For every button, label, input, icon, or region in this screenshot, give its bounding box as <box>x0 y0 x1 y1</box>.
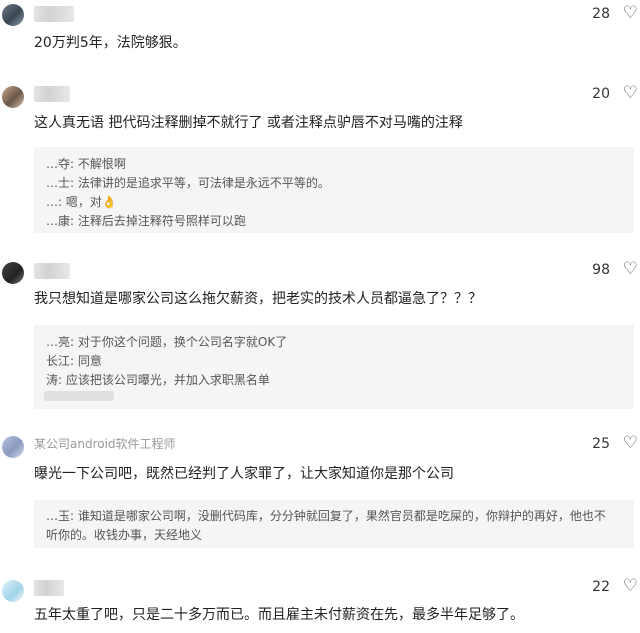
reply-text: 注释后去掉注释符号照样可以跑 <box>77 214 246 228</box>
avatar[interactable] <box>2 580 24 602</box>
comment: 22 ♡ 五年太重了吧，只是二十多万而已。而且雇主未付薪资在先，最多半年足够了。 <box>0 570 640 633</box>
comment: 20 ♡ 这人真无语 把代码注释删掉不就行了 或者注释点驴唇不对马嘴的注释 …夺… <box>0 80 640 240</box>
comment-author[interactable] <box>34 263 70 279</box>
avatar[interactable] <box>2 436 24 458</box>
comment-author[interactable] <box>34 6 74 22</box>
comment: 某公司android软件工程师 25 ♡ 曝光一下公司吧，既然已经判了人家罪了，… <box>0 430 640 555</box>
reply: …: 嗯，对👌 <box>46 193 117 210</box>
comment-text: 20万判5年，法院够狠。 <box>34 35 187 51</box>
comment-author[interactable]: 某公司android软件工程师 <box>34 436 176 452</box>
reply-author[interactable]: …玉: <box>46 509 74 523</box>
reply-author[interactable]: …: <box>46 195 62 209</box>
reply: …夺: 不解恨啊 <box>46 155 126 172</box>
reply: 涛: 应该把该公司曝光，并加入求职黑名单 <box>46 371 270 388</box>
like-count: 25 <box>592 436 610 452</box>
reply: …玉: 谁知道是哪家公司啊，没删代码库，分分钟就回复了，果然官员都是吃屎的，你辩… <box>46 507 606 524</box>
redacted-line <box>44 391 114 401</box>
comment-text: 五年太重了吧，只是二十多万而已。而且雇主未付薪资在先，最多半年足够了。 <box>34 607 524 623</box>
reply-author[interactable]: …康: <box>46 214 74 228</box>
reply-box: …亮: 对于你这个问题，换个公司名字就OK了 长江: 同意 涛: 应该把该公司曝… <box>34 325 634 409</box>
like-count: 98 <box>592 262 610 278</box>
heart-outline-icon[interactable]: ♡ <box>623 5 638 22</box>
like-count: 28 <box>592 6 610 22</box>
comment-author[interactable] <box>34 580 64 596</box>
reply-author[interactable]: …亮: <box>46 335 74 349</box>
like-count: 20 <box>592 86 610 102</box>
comment-text: 这人真无语 把代码注释删掉不就行了 或者注释点驴唇不对马嘴的注释 <box>34 115 463 131</box>
reply-author[interactable]: 长江: <box>46 354 74 368</box>
comment: 28 ♡ 20万判5年，法院够狠。 <box>0 0 640 60</box>
heart-outline-icon[interactable]: ♡ <box>623 85 638 102</box>
reply-text: 同意 <box>77 354 102 368</box>
heart-outline-icon[interactable]: ♡ <box>623 435 638 452</box>
reply-text: 法律讲的是追求平等，可法律是永远不平等的。 <box>77 176 330 190</box>
avatar[interactable] <box>2 4 24 26</box>
reply-text: 对于你这个问题，换个公司名字就OK了 <box>77 335 288 349</box>
reply-text: 嗯，对👌 <box>65 195 117 209</box>
reply-text: 应该把该公司曝光，并加入求职黑名单 <box>65 373 270 387</box>
reply: 长江: 同意 <box>46 352 102 369</box>
reply-text: 听你的。收钱办事，天经地义 <box>46 528 203 542</box>
reply-author[interactable]: …夺: <box>46 157 74 171</box>
reply: 听你的。收钱办事，天经地义 <box>46 526 202 543</box>
avatar[interactable] <box>2 262 24 284</box>
reply-box: …夺: 不解恨啊 …士: 法律讲的是追求平等，可法律是永远不平等的。 …: 嗯，… <box>34 147 634 233</box>
heart-outline-icon[interactable]: ♡ <box>623 261 638 278</box>
comment-text: 我只想知道是哪家公司这么拖欠薪资，把老实的技术人员都逼急了？？？ <box>34 291 482 307</box>
heart-outline-icon[interactable]: ♡ <box>623 578 638 595</box>
comment-text: 曝光一下公司吧，既然已经判了人家罪了，让大家知道你是那个公司 <box>34 466 454 482</box>
reply-author[interactable]: …士: <box>46 176 74 190</box>
reply-text: 谁知道是哪家公司啊，没删代码库，分分钟就回复了，果然官员都是吃屎的，你辩护的再好… <box>77 509 606 523</box>
avatar[interactable] <box>2 86 24 108</box>
reply-text: 不解恨啊 <box>77 157 126 171</box>
reply: …亮: 对于你这个问题，换个公司名字就OK了 <box>46 333 287 350</box>
reply-box: …玉: 谁知道是哪家公司啊，没删代码库，分分钟就回复了，果然官员都是吃屎的，你辩… <box>34 500 634 548</box>
reply: …士: 法律讲的是追求平等，可法律是永远不平等的。 <box>46 174 330 191</box>
comment: 98 ♡ 我只想知道是哪家公司这么拖欠薪资，把老实的技术人员都逼急了？？？ …亮… <box>0 255 640 415</box>
reply: …康: 注释后去掉注释符号照样可以跑 <box>46 212 246 229</box>
like-count: 22 <box>592 579 610 595</box>
comment-author[interactable] <box>34 86 70 102</box>
reply-author[interactable]: 涛: <box>46 373 62 387</box>
